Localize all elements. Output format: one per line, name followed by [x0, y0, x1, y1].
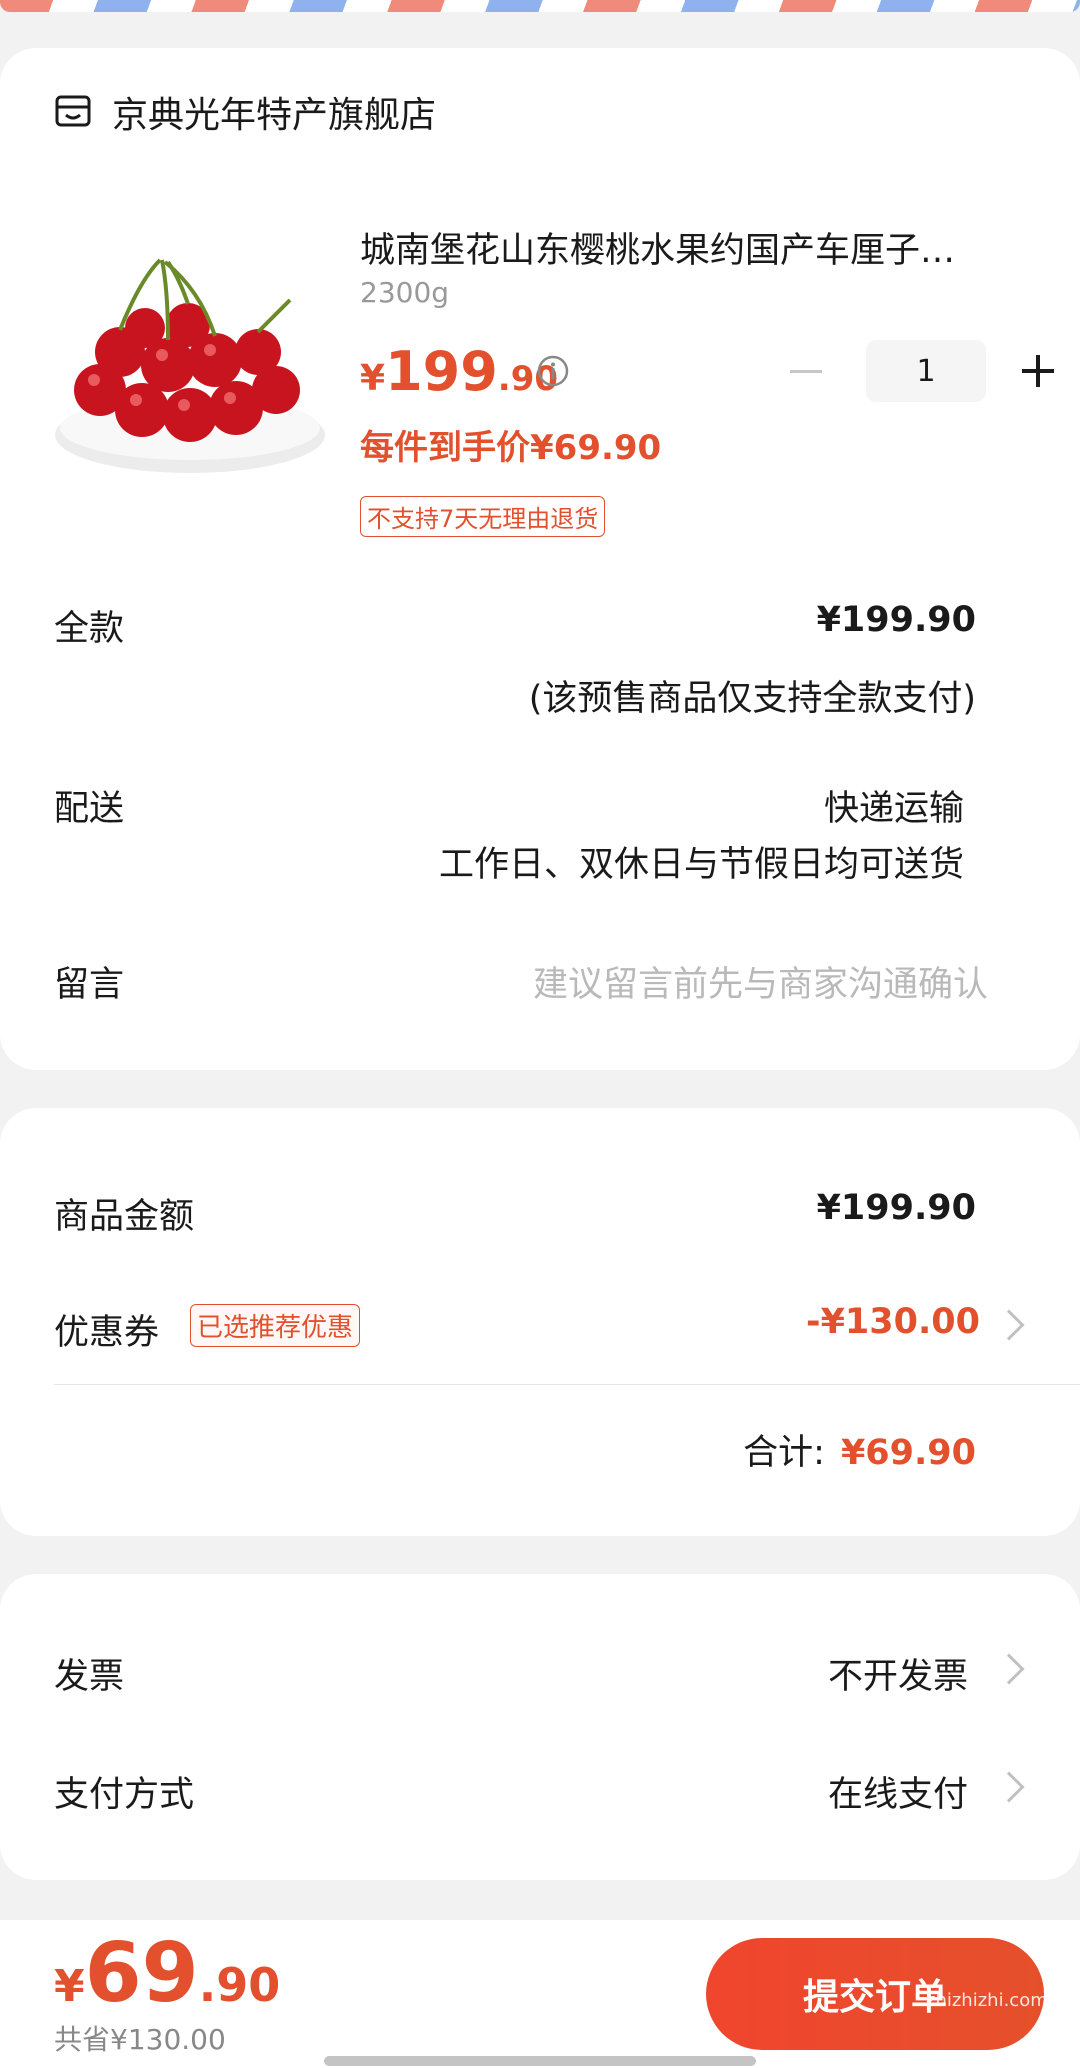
message-label: 留言	[54, 965, 125, 1005]
store-header[interactable]: 京典光年特产旗舰店	[54, 86, 436, 138]
footer-price-decimal: .90	[198, 1958, 281, 2012]
total-saved: 共省¥130.00	[54, 2023, 226, 2056]
product-title[interactable]: 城南堡花山东樱桃水果约国产车厘子…	[360, 222, 1020, 273]
total-label: 合计:	[743, 1433, 825, 1473]
home-indicator[interactable]	[324, 2056, 756, 2066]
return-policy-tag: 不支持7天无理由退货	[360, 496, 606, 537]
invoice-payment-card	[0, 1574, 1080, 1880]
goods-amount-value: ¥199.90	[816, 1188, 976, 1228]
payment-method-label: 支付方式	[54, 1775, 195, 1815]
product-image-cherries[interactable]	[50, 240, 330, 490]
footer-price-symbol: ¥	[54, 1961, 85, 2012]
coupon-selected-tag: 已选推荐优惠	[190, 1304, 361, 1347]
envelope-stripe-decoration	[0, 0, 1080, 12]
increase-quantity-button[interactable]	[1018, 351, 1058, 391]
payment-mode-label: 全款	[54, 609, 125, 649]
product-price: ¥ 199 .90	[360, 340, 558, 403]
delivery-method[interactable]: 快递运输	[824, 780, 964, 831]
divider	[54, 1384, 1080, 1385]
info-icon[interactable]	[536, 354, 570, 388]
payment-mode-value: ¥199.90	[816, 600, 976, 640]
order-card	[0, 48, 1080, 1070]
delivery-schedule: 工作日、双休日与节假日均可送货	[438, 845, 964, 885]
product-spec: 2300g	[360, 276, 450, 309]
message-input[interactable]: 建议留言前先与商家沟通确认	[533, 956, 988, 1007]
payment-method-value[interactable]: 在线支付	[828, 1766, 968, 1817]
invoice-value[interactable]: 不开发票	[828, 1648, 968, 1699]
watermark: zhizhizhi.com	[926, 1990, 1048, 2011]
order-total: 合计: ¥69.90	[743, 1424, 976, 1475]
quantity-value[interactable]: 1	[866, 340, 986, 402]
decrease-quantity-button[interactable]	[786, 351, 826, 391]
goods-amount-label: 商品金额	[54, 1197, 195, 1237]
invoice-label: 发票	[54, 1657, 125, 1697]
quantity-stepper: 1	[786, 340, 1058, 402]
price-symbol: ¥	[360, 358, 386, 399]
coupon-label: 优惠券	[54, 1313, 160, 1353]
delivery-label: 配送	[54, 789, 125, 829]
footer-total-price: ¥ 69 .90	[54, 1926, 280, 2021]
unit-final-price: 每件到手价¥69.90	[360, 428, 662, 468]
footer-price-integer: 69	[84, 1926, 199, 2021]
coupon-value[interactable]: -¥130.00	[806, 1302, 980, 1342]
total-value: ¥69.90	[840, 1433, 976, 1473]
store-name: 京典光年特产旗舰店	[112, 95, 437, 136]
store-icon	[55, 95, 91, 127]
payment-mode-note: (该预售商品仅支持全款支付)	[528, 679, 976, 719]
price-integer: 199	[385, 340, 498, 403]
